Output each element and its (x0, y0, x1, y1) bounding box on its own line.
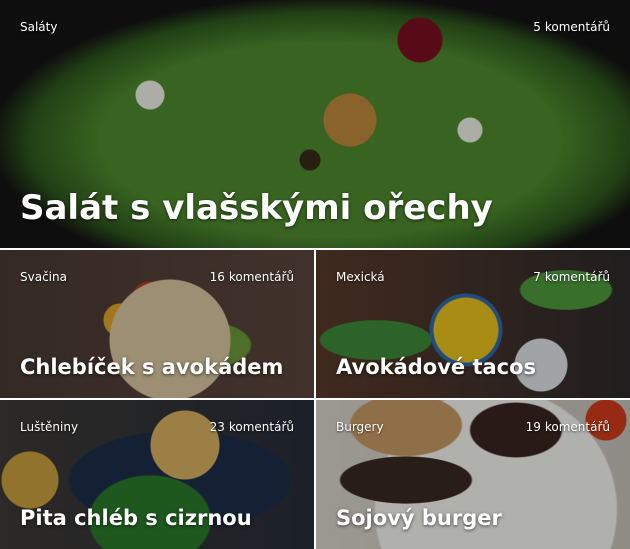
recipe-title[interactable]: Salát s vlašskými ořechy (20, 188, 616, 228)
comments-count: 7 (533, 270, 541, 284)
recipe-card[interactable]: Mexická 7 komentářů Avokádové tacos (316, 250, 630, 398)
comments-label: komentářů (544, 20, 610, 34)
comments-count: 19 (525, 420, 541, 434)
card-meta: Svačina 16 komentářů (20, 270, 294, 284)
recipe-title[interactable]: Chlebíček s avokádem (20, 354, 300, 380)
comments-label: komentářů (544, 420, 610, 434)
card-meta: Luštěniny 23 komentářů (20, 420, 294, 434)
recipe-card[interactable]: Burgery 19 komentářů Sojový burger (316, 400, 630, 549)
category-link[interactable]: Burgery (336, 420, 384, 434)
category-link[interactable]: Mexická (336, 270, 385, 284)
comments-link[interactable]: 7 komentářů (533, 270, 610, 284)
comments-count: 23 (209, 420, 225, 434)
category-link[interactable]: Svačina (20, 270, 67, 284)
category-link[interactable]: Luštěniny (20, 420, 78, 434)
comments-label: komentářů (228, 270, 294, 284)
card-meta: Mexická 7 komentářů (336, 270, 610, 284)
comments-count: 5 (533, 20, 541, 34)
comments-link[interactable]: 19 komentářů (526, 420, 610, 434)
recipe-title[interactable]: Avokádové tacos (336, 354, 616, 380)
card-meta: Burgery 19 komentářů (336, 420, 610, 434)
comments-link[interactable]: 5 komentářů (533, 20, 610, 34)
recipe-grid: Saláty 5 komentářů Salát s vlašskými oře… (0, 0, 630, 549)
comments-link[interactable]: 16 komentářů (210, 270, 294, 284)
comments-count: 16 (209, 270, 225, 284)
recipe-card[interactable]: Svačina 16 komentářů Chlebíček s avokáde… (0, 250, 314, 398)
card-meta: Saláty 5 komentářů (20, 20, 610, 34)
recipe-card[interactable]: Luštěniny 23 komentářů Pita chléb s cizr… (0, 400, 314, 549)
comments-label: komentářů (544, 270, 610, 284)
category-link[interactable]: Saláty (20, 20, 57, 34)
comments-label: komentářů (228, 420, 294, 434)
recipe-title[interactable]: Sojový burger (336, 505, 616, 531)
recipe-title[interactable]: Pita chléb s cizrnou (20, 505, 300, 531)
recipe-card-featured[interactable]: Saláty 5 komentářů Salát s vlašskými oře… (0, 0, 630, 248)
comments-link[interactable]: 23 komentářů (210, 420, 294, 434)
